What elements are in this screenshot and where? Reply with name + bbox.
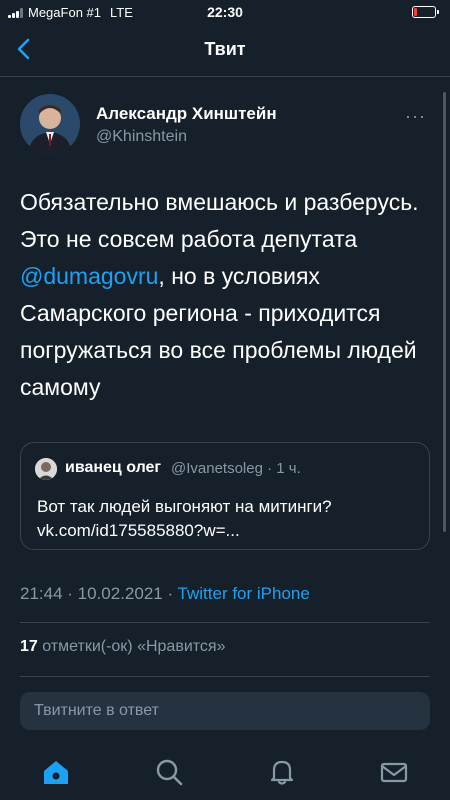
author-handle[interactable]: @Khinshtein bbox=[96, 128, 187, 146]
divider bbox=[20, 676, 430, 677]
status-bar: MegaFon #1 LTE 22:30 bbox=[0, 0, 450, 24]
quote-author-name: иванец олег bbox=[65, 459, 162, 476]
likes-stat[interactable]: 17 отметки(-ок) «Нравится» bbox=[20, 638, 225, 656]
scrollbar[interactable] bbox=[443, 92, 446, 532]
more-options-icon[interactable]: ··· bbox=[405, 106, 426, 127]
quote-text: Вот так людей выгоняют на митинги? vk.co… bbox=[37, 495, 417, 543]
author-avatar[interactable] bbox=[20, 94, 80, 154]
home-icon[interactable] bbox=[40, 756, 72, 788]
tweet-source-link[interactable]: Twitter for iPhone bbox=[178, 584, 310, 603]
search-icon[interactable] bbox=[153, 756, 185, 788]
reply-placeholder: Твитните в ответ bbox=[34, 702, 159, 719]
page-title: Твит bbox=[204, 39, 246, 59]
likes-count: 17 bbox=[20, 638, 38, 655]
quoted-tweet[interactable]: иванец олег @Ivanetsoleg · 1 ч. Вот так … bbox=[20, 442, 430, 550]
quote-avatar-image bbox=[35, 458, 57, 480]
status-time: 22:30 bbox=[207, 4, 243, 20]
quote-link[interactable]: vk.com/id175585880?w=... bbox=[37, 519, 417, 543]
author-name[interactable]: Александр Хинштейн bbox=[96, 104, 277, 124]
tweet-text: Обязательно вмешаюсь и разберусь. Это не… bbox=[20, 184, 435, 406]
bell-icon[interactable] bbox=[266, 756, 298, 788]
quote-handle-time: @Ivanetsoleg · 1 ч. bbox=[171, 460, 301, 477]
mail-icon[interactable] bbox=[378, 756, 410, 788]
battery-icon bbox=[412, 6, 439, 18]
reply-input[interactable]: Твитните в ответ bbox=[20, 692, 430, 730]
quote-text-line1: Вот так людей выгоняют на митинги? bbox=[37, 497, 332, 516]
quote-avatar bbox=[35, 458, 57, 480]
tweet-text-part1: Обязательно вмешаюсь и разберусь. Это не… bbox=[20, 189, 419, 252]
tweet-meta: 21:44 · 10.02.2021 · Twitter for iPhone bbox=[20, 584, 310, 604]
tweet-timestamp: 21:44 · 10.02.2021 · bbox=[20, 584, 178, 603]
bottom-tab-bar bbox=[0, 744, 450, 800]
mention-link[interactable]: @dumagovru bbox=[20, 263, 158, 289]
likes-label: отметки(-ок) «Нравится» bbox=[37, 638, 226, 655]
avatar-photo bbox=[20, 94, 80, 154]
divider bbox=[20, 622, 430, 623]
nav-header: Твит bbox=[0, 24, 450, 77]
